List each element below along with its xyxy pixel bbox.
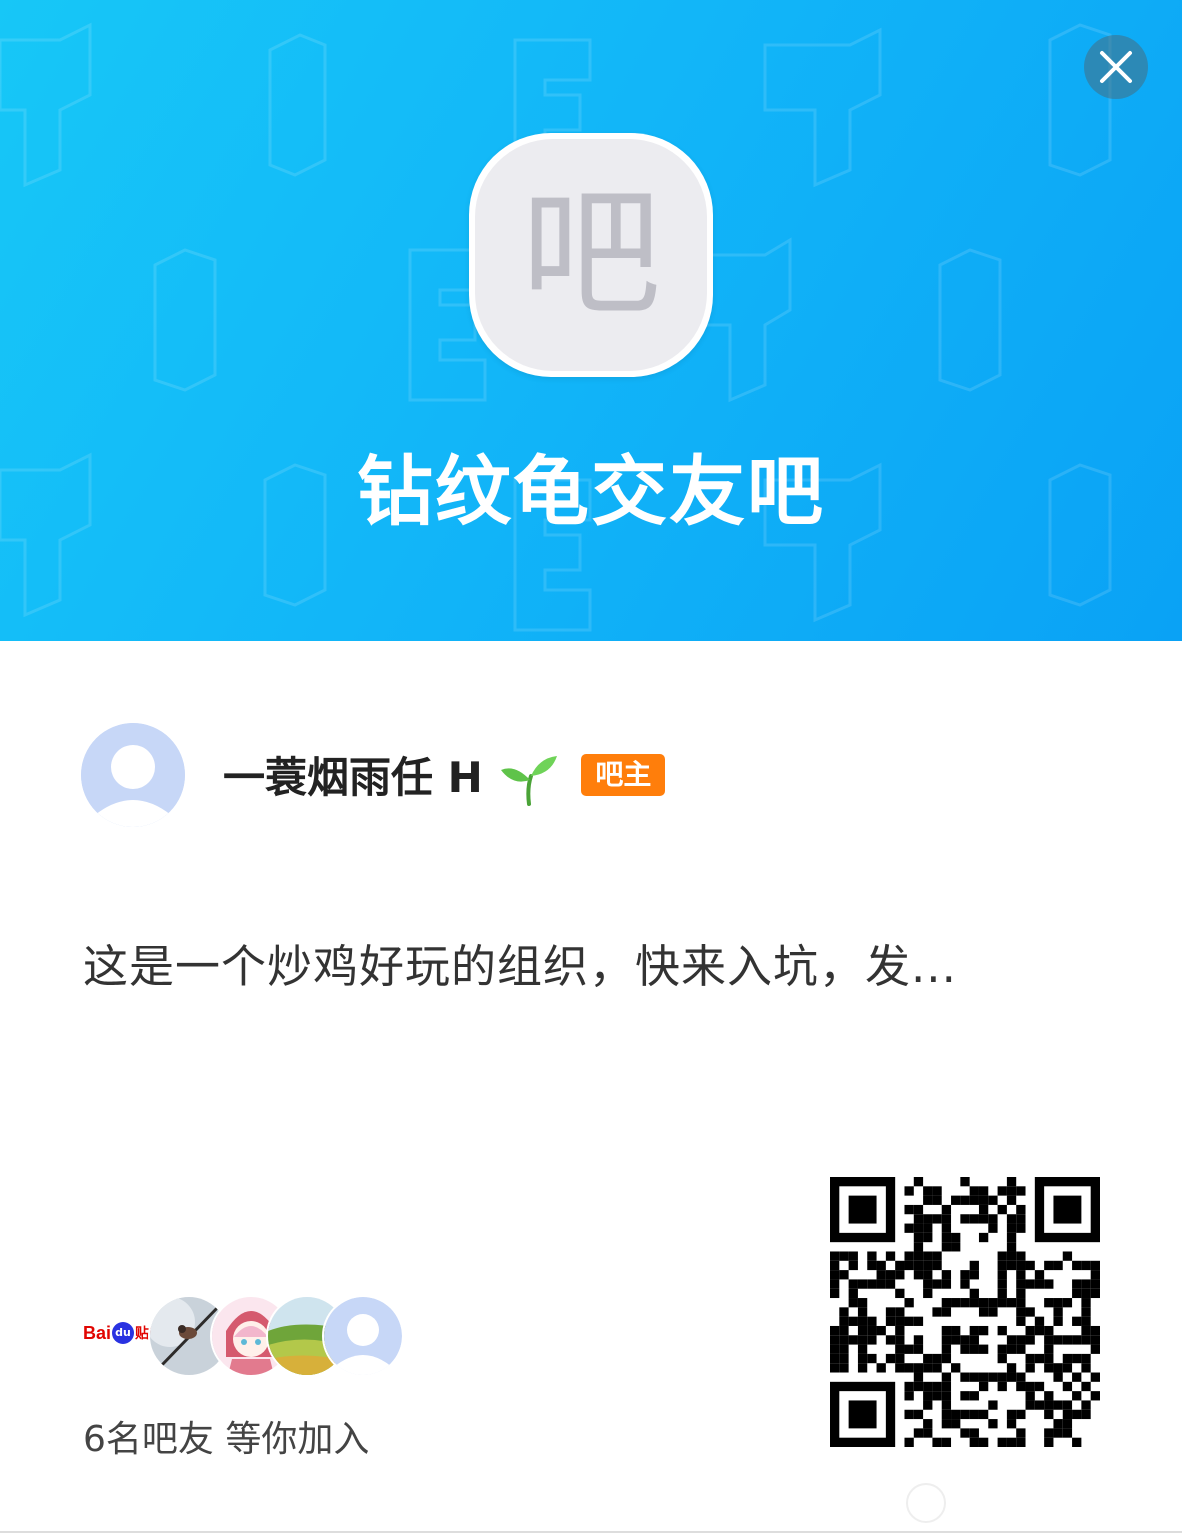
close-button[interactable] [1084, 35, 1148, 99]
forum-name: 钻纹龟交友吧 [357, 447, 825, 536]
member-count-text: 6名吧友 等你加入 [83, 1419, 370, 1460]
sprout-icon [501, 756, 558, 807]
default-avatar-icon [81, 723, 185, 827]
default-avatar-icon [324, 1297, 402, 1375]
forum-description: 这是一个炒鸡好玩的组织，快来入坑，发... [83, 940, 957, 993]
owner-badge: 吧主 [581, 754, 666, 796]
owner-row: 一蓑烟雨任 H 吧主 [81, 723, 666, 827]
member-avatar-default[interactable] [322, 1295, 404, 1377]
logo-bai: Bai [83, 1322, 112, 1343]
watermark-icon [906, 1483, 946, 1523]
forum-avatar: 吧 [469, 133, 713, 377]
owner-name-text: 一蓑烟雨任 H [223, 752, 483, 802]
logo-du: du [112, 1322, 135, 1344]
close-icon [1100, 51, 1132, 83]
qr-code-icon[interactable] [830, 1177, 1100, 1447]
forum-header: 吧 钻纹龟交友吧 [0, 0, 1182, 641]
owner-avatar[interactable] [81, 723, 185, 827]
forum-avatar-glyph: 吧 [475, 139, 707, 371]
owner-name[interactable]: 一蓑烟雨任 H [223, 744, 559, 807]
